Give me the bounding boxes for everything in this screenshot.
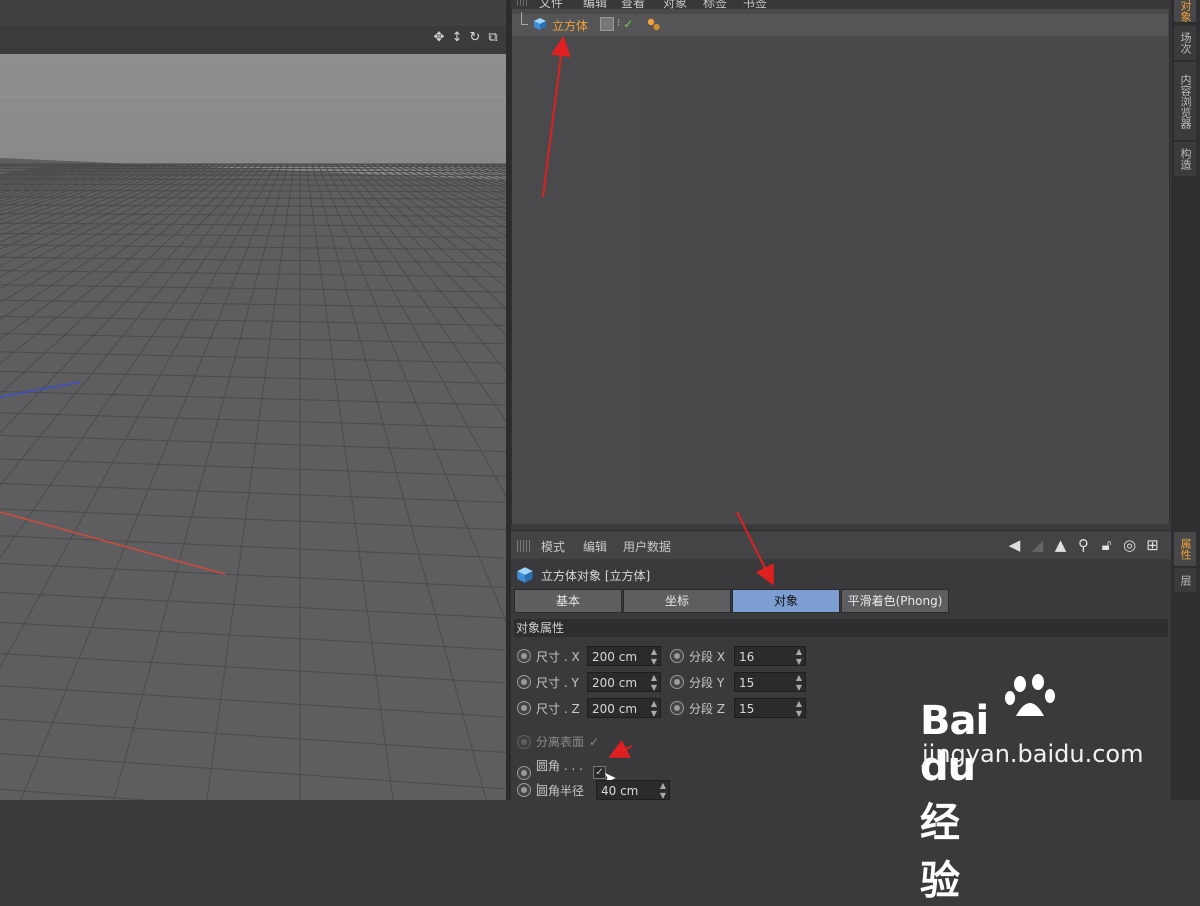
- animate-radio-icon[interactable]: [517, 766, 531, 780]
- fillet-radius-label: 圆角半径: [536, 782, 591, 799]
- menu-object[interactable]: 对象: [663, 0, 687, 9]
- menu-bookmark[interactable]: 书签: [743, 0, 767, 9]
- attribute-title: 立方体对象 [立方体]: [516, 566, 650, 584]
- size-y-label: 尺寸 . Y: [536, 674, 582, 691]
- object-flags-column: [597, 9, 642, 524]
- menu-tag[interactable]: 标签: [703, 0, 727, 9]
- object-manager: 文件 编辑 查看 对象 标签 书签 立方体 ⁝ ✓: [511, 0, 1171, 526]
- viewport[interactable]: ✥ ↕ ↻ ⧉: [0, 0, 506, 800]
- attribute-nav: ◀ ◢ ▲ ⚲ 🔓︎ ◎ ⊞: [1006, 536, 1161, 554]
- menu-edit[interactable]: 编辑: [583, 538, 607, 555]
- tab-phong[interactable]: 平滑着色(Phong): [841, 589, 949, 613]
- size-y-row: 尺寸 . Y 200 cm▲▼ 分段 Y 15▲▼: [517, 672, 806, 692]
- separate-surfaces-label: 分离表面: [536, 733, 584, 750]
- tab-takes[interactable]: 场次: [1174, 26, 1196, 61]
- size-x-field[interactable]: 200 cm▲▼: [587, 646, 661, 666]
- segments-z-field[interactable]: 15▲▼: [734, 698, 806, 718]
- segments-x-label: 分段 X: [689, 648, 729, 665]
- viewport-menubar: [0, 0, 506, 26]
- segments-y-field[interactable]: 15▲▼: [734, 672, 806, 692]
- segments-y-label: 分段 Y: [689, 674, 729, 691]
- tab-attributes[interactable]: 属性: [1174, 532, 1196, 567]
- cube-icon: [516, 566, 534, 584]
- object-tree-column: [511, 9, 599, 524]
- attribute-menubar: 模式 编辑 用户数据 ◀ ◢ ▲ ⚲ 🔓︎ ◎ ⊞: [511, 530, 1171, 559]
- animate-radio-icon[interactable]: [670, 649, 684, 663]
- side-tabs: 对象 场次 内容浏览器 构造 属性 层: [1171, 0, 1200, 800]
- segments-z-label: 分段 Z: [689, 700, 729, 717]
- menu-view[interactable]: 查看: [621, 0, 645, 9]
- lock-icon[interactable]: 🔓︎: [1098, 536, 1115, 554]
- object-flags: ⁝ ✓: [600, 17, 633, 31]
- separate-surfaces-check-icon: ✓: [589, 735, 599, 749]
- separate-surfaces-row: 分离表面 ✓: [517, 733, 599, 750]
- watermark-brand: Bai du 经验: [920, 698, 988, 906]
- vertical-move-icon[interactable]: ↕: [450, 30, 464, 46]
- size-x-row: 尺寸 . X 200 cm▲▼ 分段 X 16▲▼: [517, 646, 806, 666]
- search-icon[interactable]: ⚲: [1075, 536, 1092, 554]
- object-tags-column: [641, 9, 1170, 524]
- fillet-radius-field[interactable]: 40 cm▲▼: [596, 780, 670, 800]
- paw-logo-icon: [1002, 672, 1058, 720]
- tab-layers[interactable]: 层: [1174, 568, 1196, 593]
- segments-x-field[interactable]: 16▲▼: [734, 646, 806, 666]
- target-icon[interactable]: ◎: [1121, 536, 1138, 554]
- attribute-title-text: 立方体对象 [立方体]: [541, 567, 650, 584]
- viewport-toolbar: ✥ ↕ ↻ ⧉: [0, 26, 506, 55]
- add-icon[interactable]: ⊞: [1144, 536, 1161, 554]
- attribute-tabs: 基本 坐标 对象 平滑着色(Phong): [514, 589, 950, 613]
- animate-radio-icon[interactable]: [517, 675, 531, 689]
- grip-icon[interactable]: [517, 0, 529, 6]
- menu-edit[interactable]: 编辑: [583, 0, 607, 9]
- tree-connector: [521, 12, 528, 25]
- maximize-icon[interactable]: ⧉: [486, 30, 500, 46]
- tab-basic[interactable]: 基本: [514, 589, 622, 613]
- enabled-check-icon[interactable]: ✓: [623, 17, 633, 31]
- layer-icon[interactable]: [600, 17, 614, 31]
- menu-file[interactable]: 文件: [539, 0, 563, 9]
- tab-objects[interactable]: 对象: [1174, 0, 1196, 23]
- fillet-radius-row: 圆角半径 40 cm▲▼: [517, 780, 670, 800]
- grip-icon[interactable]: [517, 540, 531, 552]
- viewport-scene: [0, 54, 506, 800]
- menu-user-data[interactable]: 用户数据: [623, 538, 671, 555]
- object-row-cube[interactable]: 立方体 ⁝ ✓: [512, 14, 1168, 36]
- viewport-nav-icons: ✥ ↕ ↻ ⧉: [432, 30, 500, 46]
- size-z-label: 尺寸 . Z: [536, 700, 582, 717]
- animate-radio-icon[interactable]: [517, 701, 531, 715]
- visibility-dots-icon[interactable]: ⁝: [617, 18, 620, 30]
- size-z-field[interactable]: 200 cm▲▼: [587, 698, 661, 718]
- animate-radio-icon[interactable]: [670, 701, 684, 715]
- arrow-right-icon[interactable]: ◢: [1029, 536, 1046, 554]
- menu-mode[interactable]: 模式: [541, 538, 565, 555]
- animate-radio-icon[interactable]: [517, 783, 531, 797]
- tab-coord[interactable]: 坐标: [623, 589, 731, 613]
- arrow-up-icon[interactable]: ▲: [1052, 536, 1069, 554]
- object-manager-menubar: 文件 编辑 查看 对象 标签 书签: [511, 0, 1171, 9]
- animate-radio-icon[interactable]: [517, 649, 531, 663]
- watermark-url: jingyan.baidu.com: [922, 740, 1143, 768]
- size-x-label: 尺寸 . X: [536, 648, 582, 665]
- object-name[interactable]: 立方体: [552, 17, 588, 34]
- tab-structure[interactable]: 构造: [1174, 142, 1196, 177]
- size-y-field[interactable]: 200 cm▲▼: [587, 672, 661, 692]
- arrow-left-icon[interactable]: ◀: [1006, 536, 1023, 554]
- animate-radio-icon[interactable]: [670, 675, 684, 689]
- phong-tag-icon[interactable]: [646, 17, 662, 33]
- tab-object[interactable]: 对象: [732, 589, 840, 613]
- tab-content-browser[interactable]: 内容浏览器: [1174, 62, 1196, 141]
- size-z-row: 尺寸 . Z 200 cm▲▼ 分段 Z 15▲▼: [517, 698, 806, 718]
- section-header: 对象属性: [514, 619, 1168, 637]
- cube-icon: [533, 17, 547, 31]
- rotate-icon[interactable]: ↻: [468, 30, 482, 46]
- animate-radio-icon: [517, 735, 531, 749]
- move-icon[interactable]: ✥: [432, 30, 446, 46]
